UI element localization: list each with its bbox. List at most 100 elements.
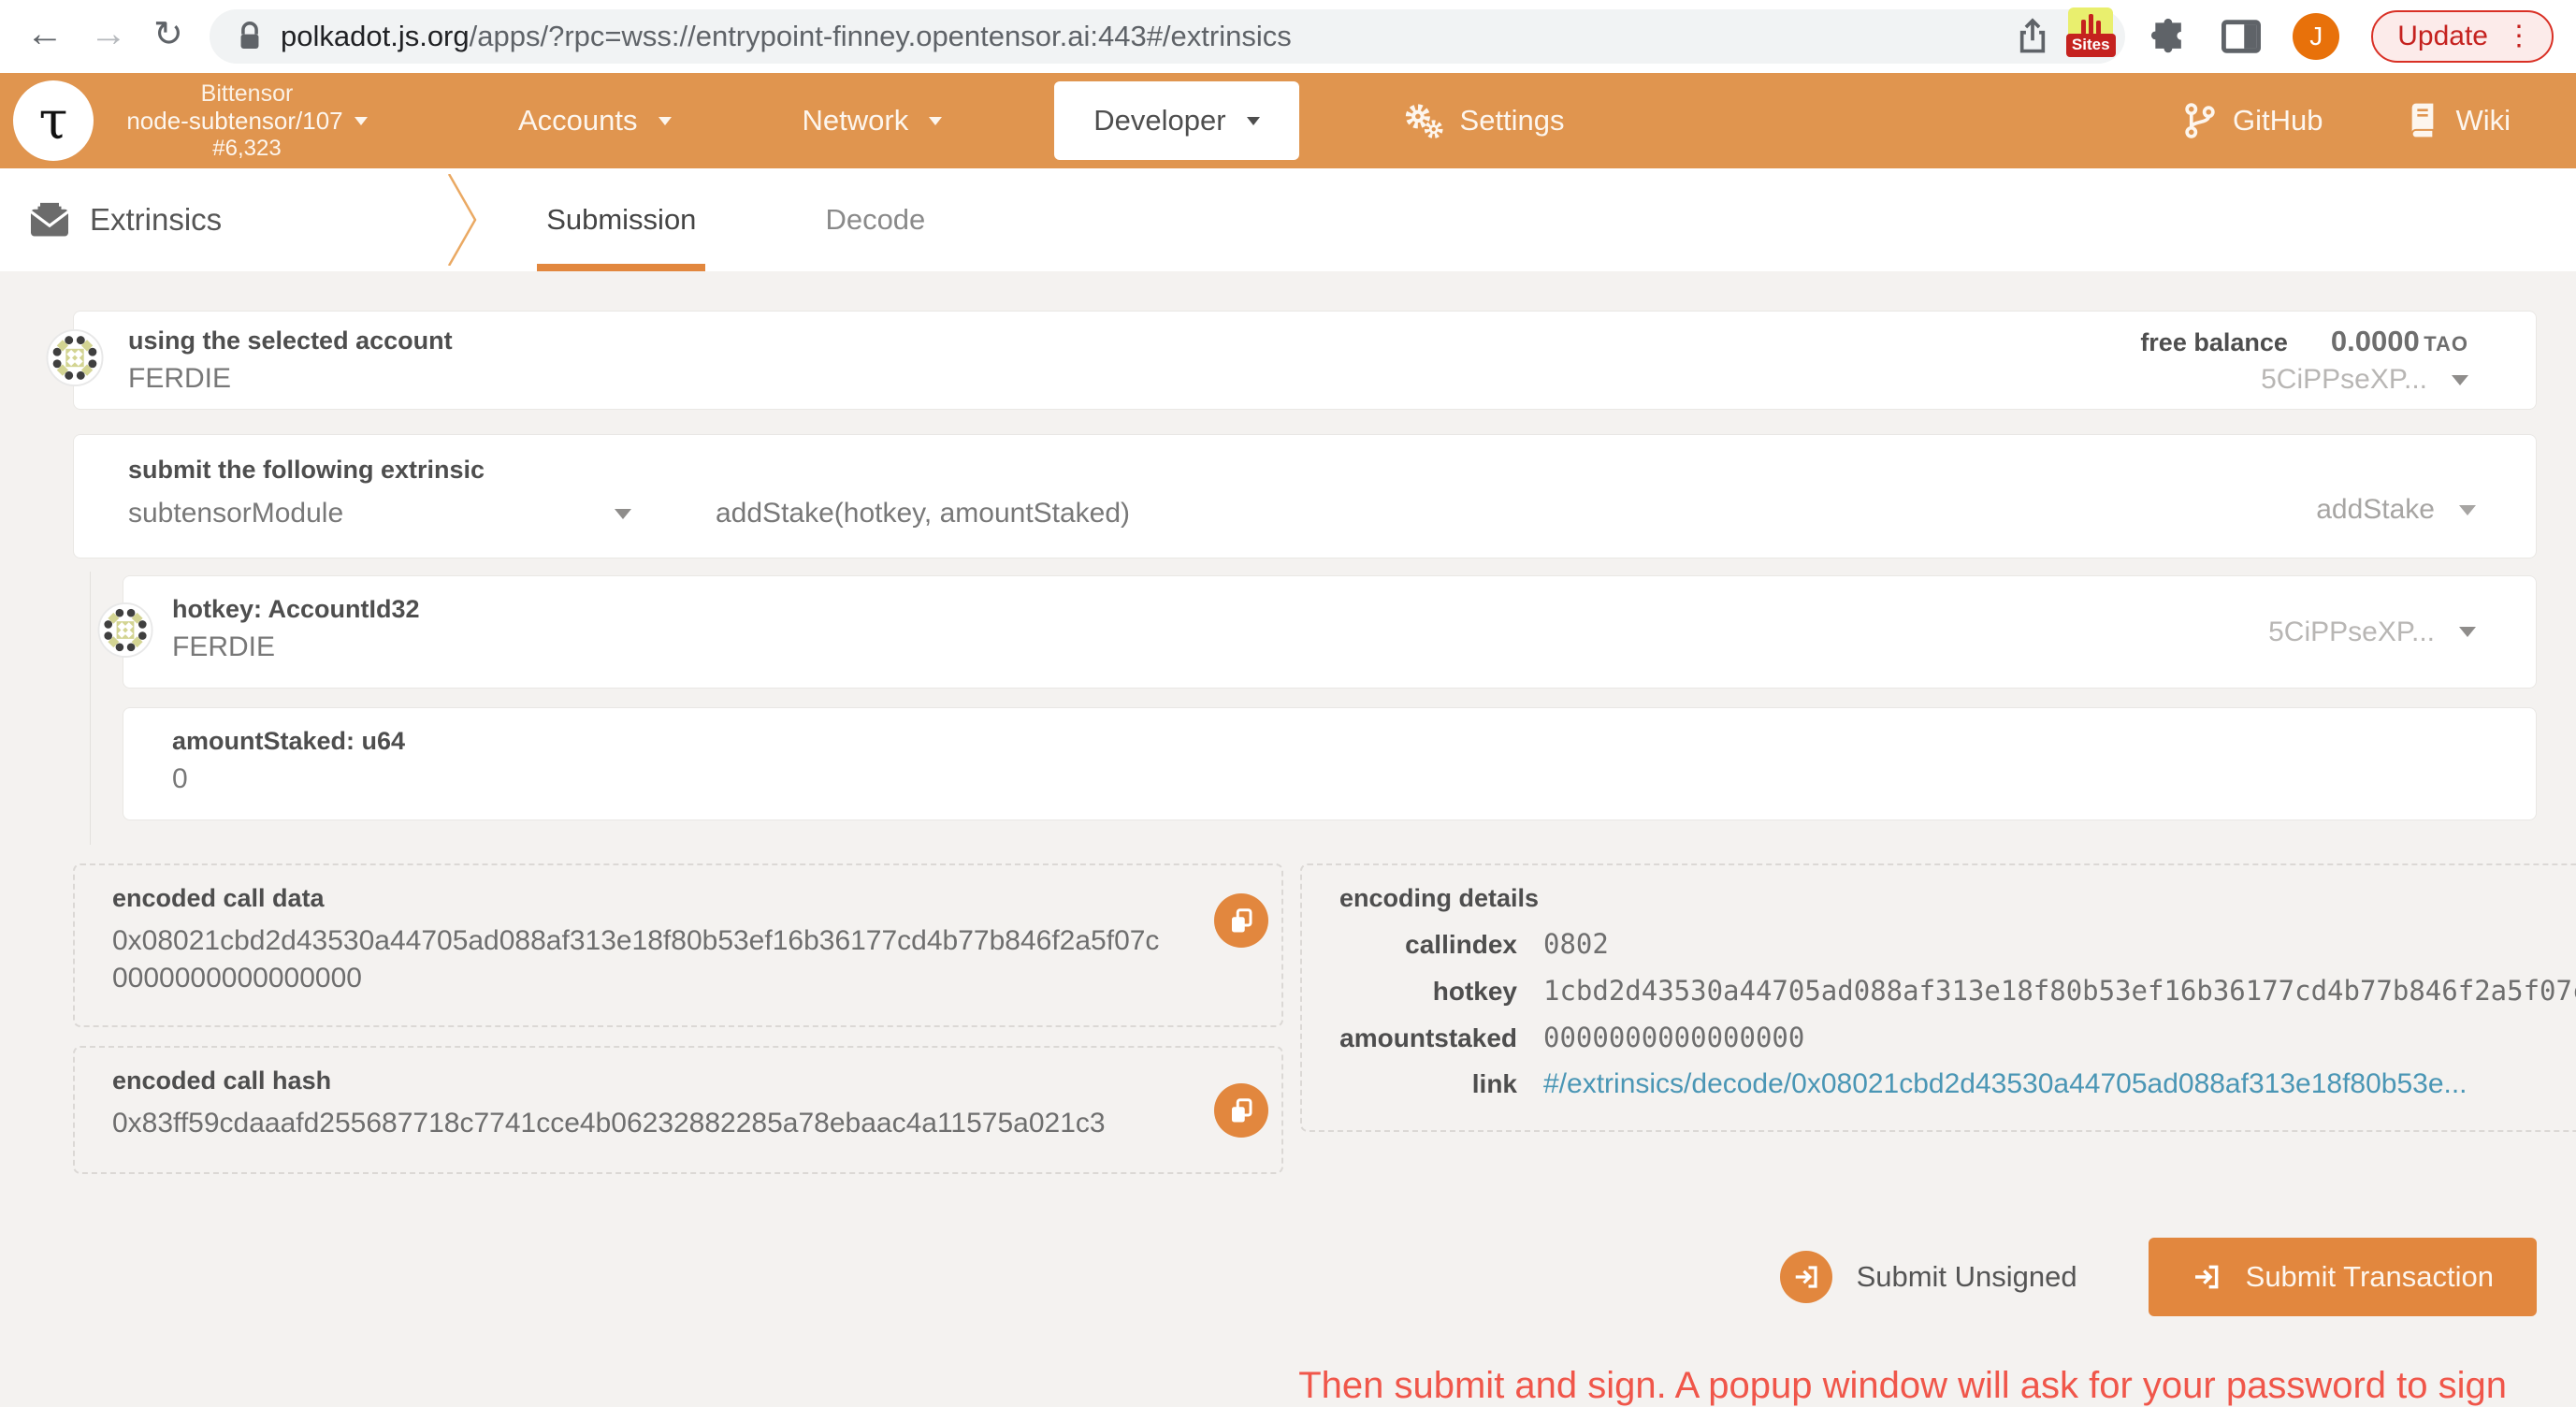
nav-network-label: Network [803,104,909,138]
tab-decode[interactable]: Decode [814,168,936,271]
header-links: GitHub Wiki [2184,102,2511,139]
nav-network[interactable]: Network [803,104,943,138]
wiki-link-label: Wiki [2455,104,2511,138]
url-bar[interactable]: polkadot.js.org/apps/?rpc=wss://entrypoi… [210,9,2125,64]
browser-toolbar-right: Sites J Update ⋮ [2064,0,2576,73]
detail-label: callindex [1339,930,1517,960]
detail-value: 0802 [1543,928,1609,960]
sign-in-icon [1780,1251,1832,1303]
chevron-down-icon[interactable] [2459,627,2476,637]
git-branch-icon [2184,102,2216,139]
url-path: /apps/?rpc=wss://entrypoint-finney.opent… [470,20,1292,52]
encoded-call-hash-box: encoded call hash 0x83ff59cdaaafd2556877… [73,1046,1283,1174]
extrinsic-params: hotkey: AccountId32 FERDIE 5CiPPseXP... … [90,572,2537,845]
chevron-down-icon [1247,117,1260,125]
encoded-section: encoded call data 0x08021cbd2d43530a4470… [73,863,2537,1174]
method-selected: addStake [2316,494,2435,526]
account-name: FERDIE [128,363,453,395]
free-balance-value: 0.0000 [2331,325,2420,357]
copy-call-hash-button[interactable] [1214,1083,1268,1138]
chevron-down-icon [929,117,942,125]
chain-info[interactable]: Bittensor node-subtensor/107 #6,323 [107,80,387,161]
free-balance-label: free balance [2140,328,2288,357]
detail-value: 0000000000000000 [1543,1022,1804,1053]
copy-icon [1227,1096,1255,1124]
encoding-details-box: encoding details callindex 0802 hotkey 1… [1300,863,2576,1132]
breadcrumb-chevron-icon [447,174,479,266]
browser-back-icon[interactable]: ← [26,13,64,55]
github-link-label: GitHub [2233,104,2323,138]
chevron-down-icon[interactable] [2459,505,2476,515]
browser-forward-icon[interactable]: → [90,13,127,55]
github-link[interactable]: GitHub [2184,102,2323,139]
chain-name: Bittensor [107,80,387,108]
amount-param-label: amountStaked: u64 [172,727,2536,756]
tab-submission[interactable]: Submission [535,168,707,271]
wiki-link[interactable]: Wiki [2407,102,2511,139]
submit-unsigned-button[interactable]: Submit Unsigned [1780,1251,2077,1303]
sites-extension-icon[interactable]: Sites [2064,7,2117,65]
nav-settings[interactable]: Settings [1402,102,1565,139]
account-select-label: using the selected account [128,326,453,355]
hotkey-address-short: 5CiPPseXP... [2268,616,2435,648]
decode-link[interactable]: #/extrinsics/decode/0x08021cbd2d43530a44… [1543,1068,2467,1100]
url-text[interactable]: polkadot.js.org/apps/?rpc=wss://entrypoi… [281,20,1292,53]
encoded-call-data-label: encoded call data [112,884,325,912]
section-title: Extrinsics [28,201,222,239]
tab-bar: Extrinsics Submission Decode [0,168,2576,271]
hotkey-identicon[interactable] [97,602,153,662]
bittensor-logo[interactable]: τ [13,80,94,161]
sidebar-icon[interactable] [2221,18,2261,55]
nav-accounts[interactable]: Accounts [518,104,672,138]
chevron-down-icon[interactable] [2452,375,2468,385]
detail-value: 1cbd2d43530a44705ad088af313e18f80b53ef16… [1543,975,2576,1007]
detail-row-hotkey: hotkey 1cbd2d43530a44705ad088af313e18f80… [1339,975,2576,1007]
browser-reload-icon[interactable]: ↻ [153,13,183,55]
node-version: node-subtensor/107 [126,108,342,136]
actions-row: Submit Unsigned Submit Transaction [73,1238,2537,1316]
sites-bar [2081,20,2086,35]
amount-param-input[interactable]: 0 [172,763,2536,795]
param-amount-row: amountStaked: u64 0 [123,707,2537,820]
book-icon [2407,102,2439,139]
module-select[interactable]: subtensorModule [128,498,615,529]
extrinsic-select-label: submit the following extrinsic [128,456,485,484]
sites-bar [2096,21,2101,35]
account-identicon[interactable] [46,329,104,392]
param-hotkey-row[interactable]: hotkey: AccountId32 FERDIE 5CiPPseXP... [123,575,2537,689]
account-select-row[interactable]: using the selected account FERDIE free b… [73,311,2537,410]
tabs: Submission Decode [535,168,936,271]
sites-bar [2089,14,2093,35]
browser-profile-avatar[interactable]: J [2293,13,2339,60]
account-address-short: 5CiPPseXP... [2261,364,2427,396]
copy-icon [1227,907,1255,935]
submit-transaction-button[interactable]: Submit Transaction [2149,1238,2537,1316]
section-title-label: Extrinsics [90,202,222,238]
extensions-puzzle-icon[interactable] [2149,16,2190,57]
encoded-call-hash-value: 0x83ff59cdaaafd255687718c7741cce4b062328… [112,1105,1160,1142]
lock-icon [238,21,262,52]
best-block-number: #6,323 [107,136,387,162]
submit-unsigned-label: Submit Unsigned [1857,1260,2077,1294]
browser-chrome: ← → ↻ polkadot.js.org/apps/?rpc=wss://en… [0,0,2576,73]
instruction-note: Then submit and sign. A popup window wil… [73,1365,2537,1407]
sign-in-icon [2192,1262,2221,1292]
encoded-call-data-value: 0x08021cbd2d43530a44705ad088af313e18f80b… [112,922,1160,997]
app-header: τ Bittensor node-subtensor/107 #6,323 Ac… [0,73,2576,168]
encoded-call-data-box: encoded call data 0x08021cbd2d43530a4470… [73,863,1283,1027]
share-icon[interactable] [2017,18,2048,55]
detail-row-callindex: callindex 0802 [1339,928,2576,960]
method-signature[interactable]: addStake(hotkey, amountStaked) [716,498,1130,529]
update-label: Update [2397,21,2488,52]
copy-call-data-button[interactable] [1214,893,1268,948]
hotkey-param-label: hotkey: AccountId32 [172,595,2536,624]
chevron-down-icon[interactable] [615,509,631,519]
nav-developer-label: Developer [1093,104,1225,138]
encoded-call-hash-label: encoded call hash [112,1066,331,1095]
browser-menu-icon[interactable]: ⋮ [2505,22,2533,51]
browser-update-button[interactable]: Update ⋮ [2371,10,2554,63]
submit-transaction-label: Submit Transaction [2246,1260,2494,1294]
gears-icon [1402,102,1445,139]
detail-row-link: link #/extrinsics/decode/0x08021cbd2d435… [1339,1068,2576,1100]
nav-developer[interactable]: Developer [1054,81,1298,160]
